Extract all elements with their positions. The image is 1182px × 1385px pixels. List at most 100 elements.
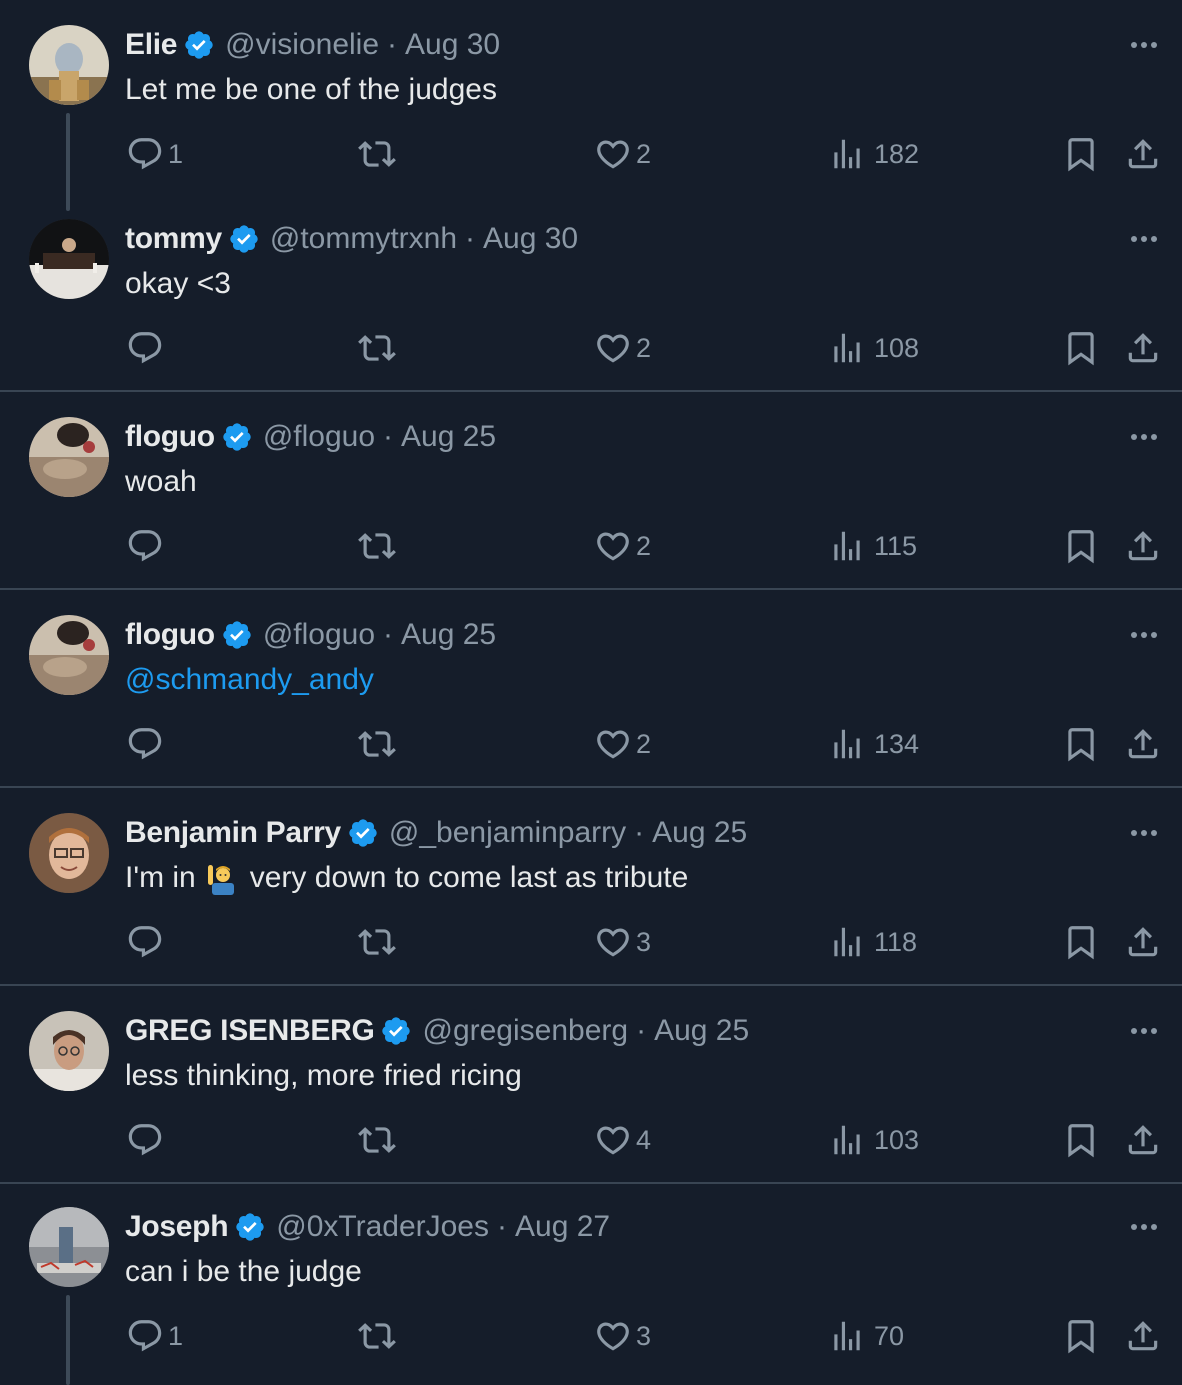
tweet-header: tommy @tommytrxnh · Aug 30	[125, 219, 578, 259]
share-button[interactable]	[1124, 526, 1162, 566]
timestamp[interactable]: Aug 30	[405, 28, 500, 62]
bookmark-button[interactable]	[1062, 1316, 1100, 1356]
bookmark-button[interactable]	[1062, 922, 1100, 962]
tweet-text: @schmandy_andy	[125, 660, 374, 700]
display-name[interactable]: tommy	[125, 222, 222, 256]
views-button[interactable]: 134	[828, 724, 919, 764]
timestamp[interactable]: Aug 25	[401, 618, 496, 652]
like-button[interactable]: 2	[594, 526, 651, 566]
bookmark-button[interactable]	[1062, 1120, 1100, 1160]
bookmark-icon	[1068, 1320, 1094, 1354]
timestamp[interactable]: Aug 25	[654, 1014, 749, 1048]
views-button[interactable]: 103	[828, 1120, 919, 1160]
bookmark-button[interactable]	[1062, 134, 1100, 174]
share-button[interactable]	[1124, 134, 1162, 174]
repost-button[interactable]	[358, 724, 400, 764]
reply-button[interactable]	[126, 1120, 168, 1160]
reply-button[interactable]	[126, 328, 168, 368]
display-name[interactable]: floguo	[125, 618, 215, 652]
more-options-icon[interactable]	[1124, 1215, 1164, 1239]
repost-button[interactable]	[358, 328, 400, 368]
views-button[interactable]: 70	[828, 1316, 904, 1356]
view-count: 70	[874, 1320, 905, 1351]
tweet[interactable]: tommy @tommytrxnh · Aug 30 okay <3 2 108	[0, 194, 1182, 392]
bookmark-icon	[1068, 926, 1094, 960]
timestamp[interactable]: Aug 30	[483, 222, 578, 256]
repost-button[interactable]	[358, 526, 400, 566]
bookmark-button[interactable]	[1062, 526, 1100, 566]
handle[interactable]: @0xTraderJoes	[276, 1210, 489, 1244]
more-options-icon[interactable]	[1124, 33, 1164, 57]
display-name[interactable]: Benjamin Parry	[125, 816, 341, 850]
handle[interactable]: @gregisenberg	[422, 1014, 628, 1048]
bookmark-icon	[1068, 728, 1094, 762]
handle[interactable]: @tommytrxnh	[270, 222, 457, 256]
share-upload-icon	[1128, 333, 1158, 363]
like-button[interactable]: 2	[594, 724, 651, 764]
share-button[interactable]	[1124, 1120, 1162, 1160]
avatar[interactable]	[29, 615, 109, 695]
views-button[interactable]: 115	[828, 526, 917, 566]
avatar[interactable]	[29, 1207, 109, 1287]
mention-link[interactable]: @schmandy_andy	[125, 660, 374, 700]
avatar[interactable]	[29, 219, 109, 299]
share-button[interactable]	[1124, 328, 1162, 368]
like-button[interactable]: 3	[594, 1316, 651, 1356]
verified-badge-icon	[185, 31, 213, 59]
tweet[interactable]: GREG ISENBERG @gregisenberg · Aug 25 les…	[0, 986, 1182, 1184]
more-options-icon[interactable]	[1124, 623, 1164, 647]
tweet[interactable]: Joseph @0xTraderJoes · Aug 27 can i be t…	[0, 1184, 1182, 1385]
tweet[interactable]: Benjamin Parry @_benjaminparry · Aug 25 …	[0, 788, 1182, 986]
repost-button[interactable]	[358, 1316, 400, 1356]
like-button[interactable]: 2	[594, 134, 651, 174]
reply-button[interactable]: 1	[126, 134, 183, 174]
timestamp[interactable]: Aug 27	[515, 1210, 610, 1244]
more-options-icon[interactable]	[1124, 425, 1164, 449]
action-bar: 1 3 70	[0, 1316, 1182, 1356]
like-button[interactable]: 4	[594, 1120, 651, 1160]
handle[interactable]: @_benjaminparry	[389, 816, 626, 850]
bar-chart-icon	[834, 927, 860, 957]
display-name[interactable]: floguo	[125, 420, 215, 454]
repost-button[interactable]	[358, 1120, 400, 1160]
share-button[interactable]	[1124, 922, 1162, 962]
more-options-icon[interactable]	[1124, 227, 1164, 251]
handle[interactable]: @floguo	[263, 618, 375, 652]
like-button[interactable]: 3	[594, 922, 651, 962]
views-button[interactable]: 118	[828, 922, 917, 962]
timestamp[interactable]: Aug 25	[401, 420, 496, 454]
avatar[interactable]	[29, 1011, 109, 1091]
reply-button[interactable]: 1	[126, 1316, 183, 1356]
display-name[interactable]: Joseph	[125, 1210, 229, 1244]
tweet[interactable]: floguo @floguo · Aug 25 @schmandy_andy 2	[0, 590, 1182, 788]
avatar[interactable]	[29, 813, 109, 893]
tweet-text: less thinking, more fried ricing	[125, 1059, 522, 1092]
tweet[interactable]: Elie @visionelie · Aug 30 Let me be one …	[0, 0, 1182, 211]
tweet[interactable]: floguo @floguo · Aug 25 woah 2 115	[0, 392, 1182, 590]
bookmark-button[interactable]	[1062, 724, 1100, 764]
more-options-icon[interactable]	[1124, 1019, 1164, 1043]
share-button[interactable]	[1124, 1316, 1162, 1356]
like-count: 2	[636, 728, 652, 759]
repost-button[interactable]	[358, 922, 400, 962]
repost-button[interactable]	[358, 134, 400, 174]
views-button[interactable]: 108	[828, 328, 919, 368]
handle[interactable]: @visionelie	[225, 28, 379, 62]
more-options-icon[interactable]	[1124, 821, 1164, 845]
avatar[interactable]	[29, 417, 109, 497]
handle[interactable]: @floguo	[263, 420, 375, 454]
bookmark-button[interactable]	[1062, 328, 1100, 368]
separator-dot: ·	[636, 1014, 647, 1047]
reply-button[interactable]	[126, 526, 168, 566]
reply-button[interactable]	[126, 922, 168, 962]
like-button[interactable]: 2	[594, 328, 651, 368]
timestamp[interactable]: Aug 25	[652, 816, 747, 850]
separator-dot: ·	[383, 618, 394, 651]
avatar[interactable]	[29, 25, 109, 105]
share-button[interactable]	[1124, 724, 1162, 764]
reply-button[interactable]	[126, 724, 168, 764]
views-button[interactable]: 182	[828, 134, 919, 174]
display-name[interactable]: GREG ISENBERG	[125, 1014, 375, 1048]
display-name[interactable]: Elie	[125, 28, 177, 62]
speech-bubble-icon	[128, 926, 162, 958]
